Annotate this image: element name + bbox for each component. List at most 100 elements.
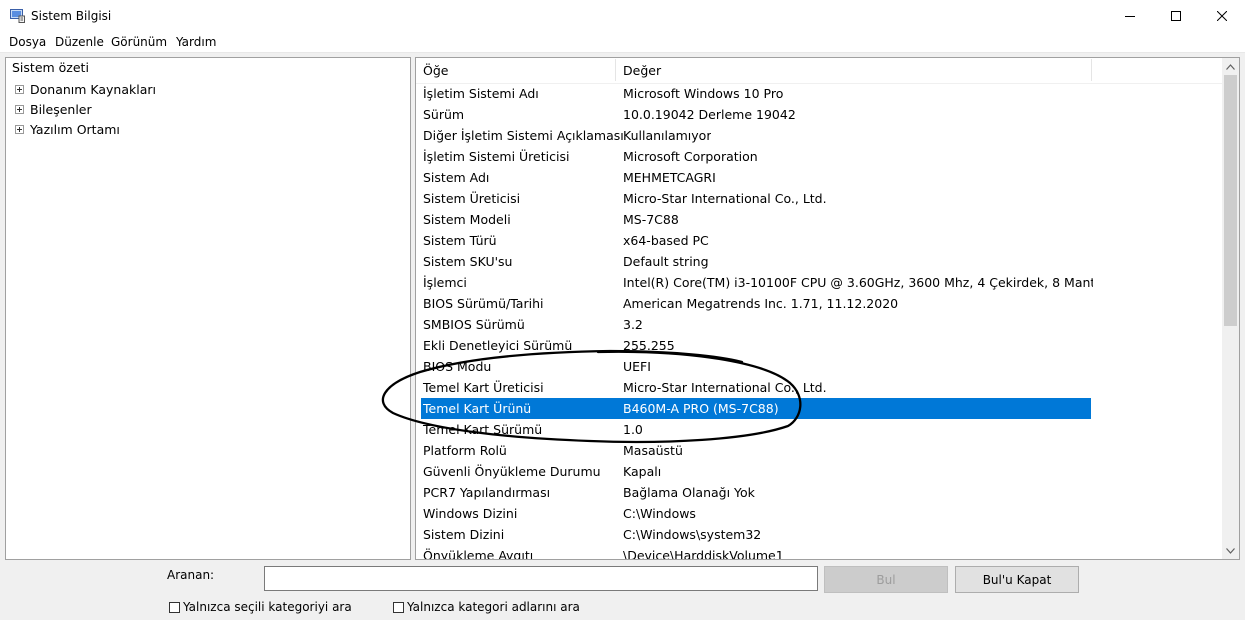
close-find-button[interactable]: Bul'u Kapat [955,566,1079,593]
table-row[interactable]: Temel Kart Üreticisi Micro-Star Internati… [416,377,1222,398]
scroll-up-button[interactable] [1222,58,1239,75]
column-header-value[interactable]: Değer [623,58,661,83]
cell-item: Windows Dizini [423,506,518,521]
checkbox-label: Yalnızca seçili kategoriyi ara [183,600,352,614]
cell-value: C:\Windows [623,506,696,521]
vertical-scrollbar[interactable] [1222,58,1239,559]
table-row[interactable]: Sistem Türü x64-based PC [416,230,1222,251]
cell-value: Microsoft Windows 10 Pro [623,86,784,101]
table-row[interactable]: Güvenli Önyükleme Durumu Kapalı [416,461,1222,482]
cell-value: 10.0.19042 Derleme 19042 [623,107,796,122]
table-row[interactable]: Sistem Üreticisi Micro-Star International… [416,188,1222,209]
table-row[interactable]: Ekli Denetleyici Sürümü 255.255 [416,335,1222,356]
search-category-names-checkbox[interactable]: Yalnızca kategori adlarını ara [393,600,580,614]
cell-item: İşletim Sistemi Üreticisi [423,149,570,164]
find-button[interactable]: Bul [824,566,948,593]
cell-value: Microsoft Corporation [623,149,758,164]
table-row[interactable]: İşletim Sistemi Üreticisi Microsoft Corpo… [416,146,1222,167]
scroll-thumb[interactable] [1224,75,1237,326]
category-tree[interactable]: Sistem özeti Donanım Kaynakları Bileşenl… [5,57,411,560]
cell-item: İşlemci [423,275,467,290]
menu-help[interactable]: Yardım [176,35,216,49]
table-row[interactable]: BIOS Modu UEFI [416,356,1222,377]
cell-value: MEHMETCAGRI [623,170,716,185]
table-body: İşletim Sistemi Adı Microsoft Windows 10 … [416,83,1222,560]
column-separator[interactable] [1091,59,1092,81]
table-row[interactable]: Sistem Dizini C:\Windows\system32 [416,524,1222,545]
cell-value: Intel(R) Core(TM) i3-10100F CPU @ 3.60GH… [623,275,1093,290]
cell-item: Temel Kart Sürümü [423,422,543,437]
cell-value: 255.255 [623,338,675,353]
expand-plus-icon[interactable] [15,124,24,134]
table-row[interactable]: Windows Dizini C:\Windows [416,503,1222,524]
close-find-button-label: Bul'u Kapat [982,572,1052,587]
table-row[interactable]: Sistem SKU'su Default string [416,251,1222,272]
checkbox-box[interactable] [169,601,180,613]
tree-item-system-summary[interactable]: Sistem özeti [12,60,89,75]
tree-item-label: Yazılım Ortamı [30,121,120,137]
window-title: Sistem Bilgisi [31,9,112,23]
menu-file[interactable]: Dosya [9,35,46,49]
cell-item: Önyükleme Aygıtı [423,548,534,560]
cell-value: 1.0 [623,422,643,437]
details-list[interactable]: Öğe Değer İşletim Sistemi Adı Microsoft W… [415,57,1240,560]
menu-edit[interactable]: Düzenle [55,35,104,49]
table-row[interactable]: SMBIOS Sürümü 3.2 [416,314,1222,335]
system-information-icon [10,9,25,23]
cell-item: BIOS Modu [423,359,492,374]
cell-item: Sistem Adı [423,170,490,185]
cell-value: MS-7C88 [623,212,679,227]
expand-plus-icon[interactable] [15,104,24,114]
cell-item: Güvenli Önyükleme Durumu [423,464,601,479]
menu-bar: Dosya Düzenle Görünüm Yardım [0,32,1245,53]
table-row[interactable]: Sürüm 10.0.19042 Derleme 19042 [416,104,1222,125]
cell-item: Temel Kart Üreticisi [423,380,544,395]
maximize-button[interactable] [1153,0,1199,32]
cell-value: \Device\HarddiskVolume1 [623,548,784,560]
cell-item: Sistem Dizini [423,527,505,542]
tree-item-software-environment[interactable]: Yazılım Ortamı [15,121,120,137]
table-row[interactable]: Önyükleme Aygıtı \Device\HarddiskVolume1 [416,545,1222,560]
table-row[interactable]: İşlemci Intel(R) Core(TM) i3-10100F CPU @… [416,272,1222,293]
column-header-item[interactable]: Öğe [423,58,448,83]
column-separator[interactable] [615,59,616,81]
find-label: Aranan: [167,568,215,582]
cell-value: Masaüstü [623,443,683,458]
find-input[interactable] [264,566,818,591]
tree-item-hardware-resources[interactable]: Donanım Kaynakları [15,81,156,97]
expand-plus-icon[interactable] [15,84,24,94]
cell-item: Ekli Denetleyici Sürümü [423,338,573,353]
table-row[interactable]: İşletim Sistemi Adı Microsoft Windows 10 … [416,83,1222,104]
table-row[interactable]: Temel Kart Ürünü B460M-A PRO (MS-7C88) [416,398,1222,419]
table-row[interactable]: Temel Kart Sürümü 1.0 [416,419,1222,440]
cell-value: Micro-Star International Co., Ltd. [623,191,827,206]
table-row[interactable]: Sistem Modeli MS-7C88 [416,209,1222,230]
cell-value: Default string [623,254,709,269]
cell-item: İşletim Sistemi Adı [423,86,539,101]
close-button[interactable] [1199,0,1245,32]
cell-value: American Megatrends Inc. 1.71, 11.12.202… [623,296,899,311]
table-row[interactable]: Platform Rolü Masaüstü [416,440,1222,461]
maximize-icon [1171,11,1181,21]
cell-value: UEFI [623,359,651,374]
cell-item: Temel Kart Ürünü [423,401,532,416]
scroll-down-button[interactable] [1222,542,1239,559]
checkbox-box[interactable] [393,601,404,613]
table-row[interactable]: Diğer İşletim Sistemi Açıklaması Kullanıl… [416,125,1222,146]
cell-item: Platform Rolü [423,443,507,458]
search-selected-category-checkbox[interactable]: Yalnızca seçili kategoriyi ara [169,600,352,614]
table-row[interactable]: PCR7 Yapılandırması Bağlama Olanağı Yok [416,482,1222,503]
menu-view[interactable]: Görünüm [111,35,167,49]
cell-item: Sistem Üreticisi [423,191,521,206]
title-bar[interactable]: Sistem Bilgisi [0,0,1245,32]
table-row[interactable]: Sistem Adı MEHMETCAGRI [416,167,1222,188]
minimize-button[interactable] [1107,0,1153,32]
tree-item-components[interactable]: Bileşenler [15,101,92,117]
chevron-down-icon [1226,547,1235,554]
tree-item-label: Donanım Kaynakları [30,81,157,97]
checkbox-label: Yalnızca kategori adlarını ara [407,600,580,614]
cell-item: Sistem Türü [423,233,497,248]
cell-item: PCR7 Yapılandırması [423,485,551,500]
table-row[interactable]: BIOS Sürümü/Tarihi American Megatrends In… [416,293,1222,314]
cell-item: Diğer İşletim Sistemi Açıklaması [423,128,624,143]
